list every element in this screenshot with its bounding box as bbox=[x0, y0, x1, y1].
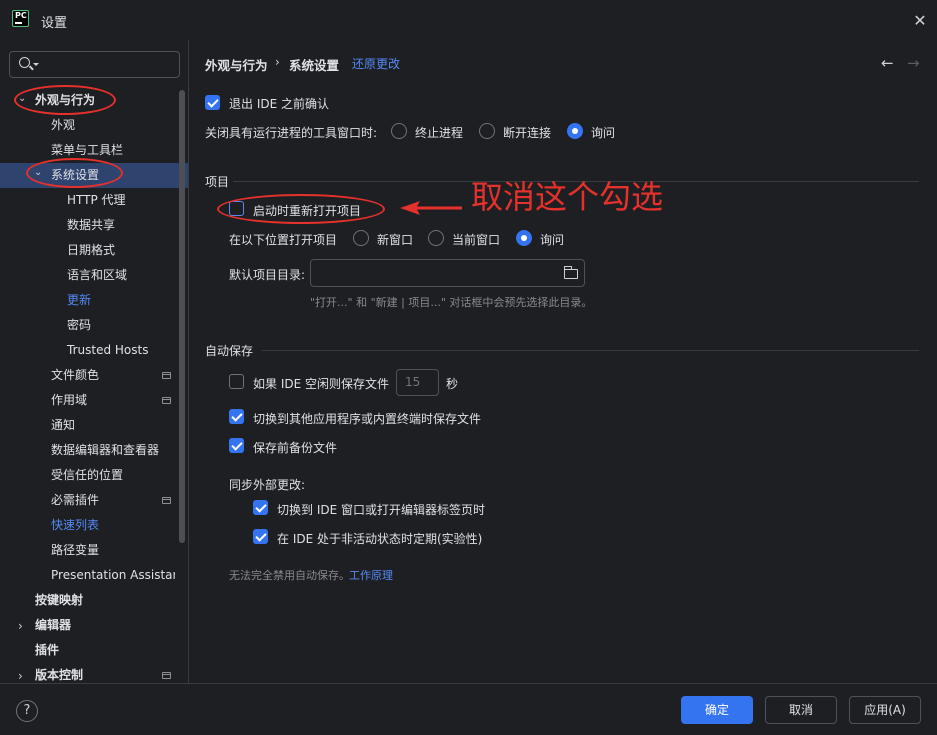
tree-item-passwords[interactable]: 密码 bbox=[67, 313, 91, 338]
search-input[interactable] bbox=[9, 51, 180, 78]
tree-item-language-region[interactable]: 语言和区域 bbox=[67, 263, 127, 288]
new-window-radio[interactable] bbox=[353, 230, 369, 246]
ask-open-label: 询问 bbox=[540, 233, 565, 247]
tree-item-trusted-hosts[interactable]: Trusted Hosts bbox=[67, 338, 148, 363]
terminate-label: 终止进程 bbox=[415, 126, 464, 140]
sync-switch-label: 切换到 IDE 窗口或打开编辑器标签页时 bbox=[277, 503, 485, 517]
idle-save-label: 如果 IDE 空闲则保存文件 bbox=[253, 377, 389, 391]
pycharm-logo-icon: PC bbox=[12, 10, 29, 27]
tree-item-keymap[interactable]: 按键映射 bbox=[35, 588, 83, 613]
sync-label: 同步外部更改: bbox=[229, 478, 306, 492]
dialog-footer: ? 确定 取消 应用(A) bbox=[0, 683, 937, 735]
tree-item-trusted-locations[interactable]: 受信任的位置 bbox=[51, 463, 123, 488]
tree-item-path-variables[interactable]: 路径变量 bbox=[51, 538, 99, 563]
disconnect-radio[interactable] bbox=[479, 123, 495, 139]
tree-item-editor[interactable]: 编辑器 bbox=[35, 613, 71, 638]
close-tool-label: 关闭具有运行进程的工具窗口时: bbox=[205, 126, 378, 140]
confirm-exit-checkbox[interactable] bbox=[205, 95, 220, 110]
ask-radio[interactable] bbox=[567, 123, 583, 139]
project-level-icon bbox=[162, 672, 171, 679]
default-dir-label: 默认项目目录: bbox=[229, 268, 306, 282]
tree-item-version-control[interactable]: 版本控制 bbox=[35, 663, 83, 683]
tree-item-file-colors[interactable]: 文件颜色 bbox=[51, 363, 99, 388]
reset-link[interactable]: 还原更改 bbox=[352, 55, 400, 72]
tree-item-date-format[interactable]: 日期格式 bbox=[67, 238, 115, 263]
autosave-section-title: 自动保存 bbox=[205, 344, 254, 358]
idle-seconds-field[interactable]: 15 bbox=[396, 369, 439, 396]
chevron-down-icon[interactable] bbox=[33, 63, 39, 66]
window-title: 设置 bbox=[41, 16, 68, 31]
tree-item-notifications[interactable]: 通知 bbox=[51, 413, 75, 438]
sync-inactive-checkbox[interactable] bbox=[253, 529, 268, 544]
terminate-radio[interactable] bbox=[391, 123, 407, 139]
tree-item-appearance[interactable]: 外观 bbox=[51, 113, 75, 138]
annotation-ellipse bbox=[26, 158, 123, 188]
ask-open-radio[interactable] bbox=[516, 230, 532, 246]
how-it-works-link[interactable]: 工作原理 bbox=[349, 567, 393, 583]
settings-content: 外观与行为 › 系统设置 还原更改 ← → 退出 IDE 之前确认 关闭具有运行… bbox=[190, 40, 937, 683]
switch-app-save-label: 切换到其他应用程序或内置终端时保存文件 bbox=[253, 412, 482, 426]
help-icon[interactable]: ? bbox=[16, 700, 38, 722]
tree-item-required-plugins[interactable]: 必需插件 bbox=[51, 488, 99, 513]
forward-arrow-icon[interactable]: → bbox=[907, 56, 920, 71]
title-bar: PC 设置 ✕ bbox=[0, 0, 937, 40]
tree-item-http-proxy[interactable]: HTTP 代理 bbox=[67, 188, 126, 213]
tree-item-presentation-assistant[interactable]: Presentation Assistant bbox=[51, 563, 175, 588]
project-level-icon bbox=[162, 372, 171, 379]
annotation-ellipse bbox=[217, 194, 385, 224]
breadcrumb-separator: › bbox=[275, 55, 280, 69]
project-level-icon bbox=[162, 497, 171, 504]
disconnect-label: 断开连接 bbox=[503, 126, 552, 140]
cancel-button[interactable]: 取消 bbox=[765, 696, 837, 724]
divider bbox=[262, 350, 919, 351]
sync-inactive-label: 在 IDE 处于非活动状态时定期(实验性) bbox=[277, 532, 483, 546]
current-window-radio[interactable] bbox=[428, 230, 444, 246]
backup-label: 保存前备份文件 bbox=[253, 441, 338, 455]
current-window-label: 当前窗口 bbox=[452, 233, 501, 247]
switch-app-save-checkbox[interactable] bbox=[229, 409, 244, 424]
backup-checkbox[interactable] bbox=[229, 438, 244, 453]
annotation-ellipse bbox=[14, 85, 116, 115]
back-arrow-icon[interactable]: ← bbox=[881, 56, 894, 71]
project-level-icon bbox=[162, 397, 171, 404]
tree-item-data-sharing[interactable]: 数据共享 bbox=[67, 213, 115, 238]
settings-dialog: PC 设置 ✕ ⌄ 外观与行为 外观 菜单与工具栏 系统设置 ⌄ HTTP 代理… bbox=[0, 0, 937, 735]
chevron-right-icon[interactable]: › bbox=[18, 619, 23, 633]
default-dir-hint: "打开..." 和 "新建 | 项目..." 对话框中会预先选择此目录。 bbox=[310, 296, 593, 309]
tree-item-scopes[interactable]: 作用域 bbox=[51, 388, 87, 413]
close-icon[interactable]: ✕ bbox=[910, 11, 930, 31]
ask-label: 询问 bbox=[591, 126, 616, 140]
tree-item-quick-lists[interactable]: 快速列表 bbox=[51, 513, 99, 538]
annotation-text: 取消这个勾选 bbox=[471, 178, 664, 216]
sync-switch-checkbox[interactable] bbox=[253, 500, 268, 515]
sidebar-scrollbar[interactable] bbox=[179, 90, 185, 543]
chevron-right-icon[interactable]: › bbox=[18, 669, 23, 683]
ok-button[interactable]: 确定 bbox=[681, 696, 753, 724]
search-icon bbox=[19, 57, 30, 68]
tree-item-updates[interactable]: 更新 bbox=[67, 288, 91, 313]
breadcrumb-parent[interactable]: 外观与行为 bbox=[205, 55, 268, 74]
open-location-label: 在以下位置打开项目 bbox=[229, 233, 338, 247]
breadcrumb-current: 系统设置 bbox=[289, 58, 340, 73]
tree-item-plugins[interactable]: 插件 bbox=[35, 638, 59, 663]
project-section-title: 项目 bbox=[205, 175, 230, 189]
confirm-exit-label: 退出 IDE 之前确认 bbox=[229, 97, 329, 111]
new-window-label: 新窗口 bbox=[377, 233, 414, 247]
folder-icon[interactable] bbox=[564, 266, 578, 279]
seconds-unit: 秒 bbox=[446, 377, 459, 391]
tree-item-data-editor[interactable]: 数据编辑器和查看器 bbox=[51, 438, 159, 463]
settings-sidebar: ⌄ 外观与行为 外观 菜单与工具栏 系统设置 ⌄ HTTP 代理 数据共享 日期… bbox=[0, 40, 189, 683]
apply-button[interactable]: 应用(A) bbox=[849, 696, 921, 724]
autosave-note: 无法完全禁用自动保存。 bbox=[229, 569, 350, 582]
default-dir-field[interactable] bbox=[310, 259, 585, 287]
idle-save-checkbox[interactable] bbox=[229, 374, 244, 389]
annotation-arrow-icon bbox=[400, 201, 462, 215]
